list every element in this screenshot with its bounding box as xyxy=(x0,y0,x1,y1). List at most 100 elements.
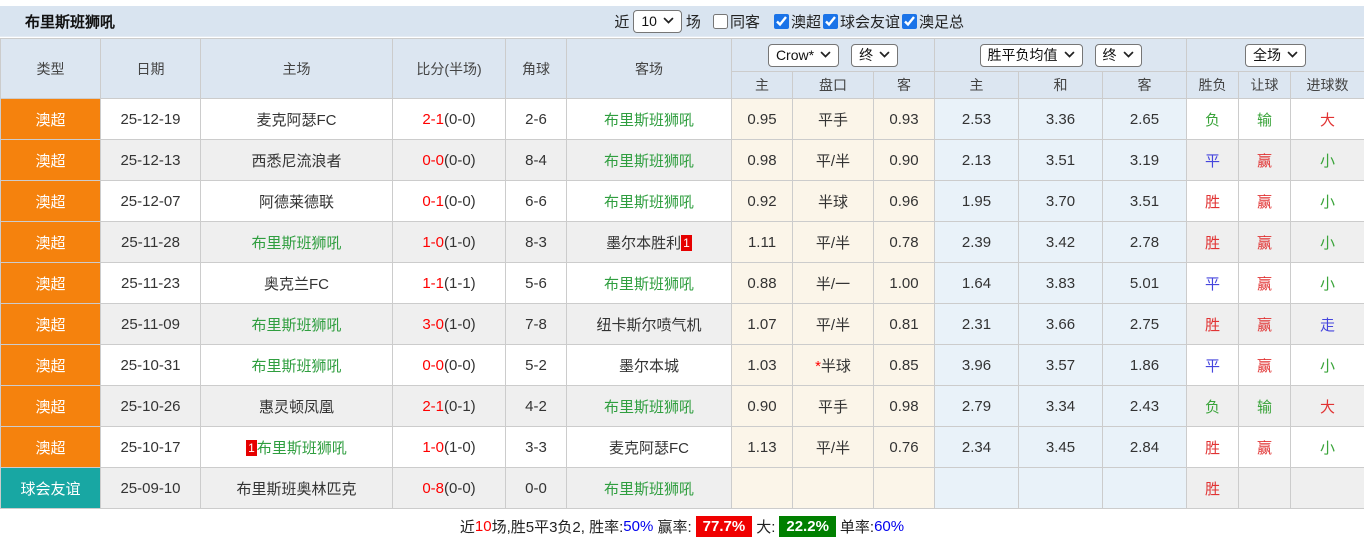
euro-home-odds-cell xyxy=(935,468,1019,509)
home-team-name[interactable]: 阿德莱德联 xyxy=(259,194,334,211)
odds-company-value: Crow* xyxy=(776,46,814,64)
goals-result-cell: 小 xyxy=(1291,427,1364,468)
filter-0[interactable]: 同客 xyxy=(713,11,760,32)
home-team-name[interactable]: 麦克阿瑟FC xyxy=(257,112,337,129)
score-cell: 1-0(1-0) xyxy=(393,222,506,263)
filter-checkbox[interactable] xyxy=(902,14,917,29)
home-team-name[interactable]: 布里斯班狮吼 xyxy=(257,440,347,457)
asian-home-odds-cell: 0.88 xyxy=(732,263,793,304)
result-group-header: 全场 xyxy=(1187,39,1364,72)
corner-cell: 3-3 xyxy=(506,427,567,468)
away-team-name[interactable]: 墨尔本胜利 xyxy=(606,235,681,252)
goals-result-cell: 小 xyxy=(1291,181,1364,222)
match-type-cell: 澳超 xyxy=(1,263,101,304)
asian-home-odds-cell: 1.11 xyxy=(732,222,793,263)
euro-home-odds-cell: 1.95 xyxy=(935,181,1019,222)
recent-label: 近 xyxy=(614,11,629,32)
away-team-cell[interactable]: 墨尔本城 xyxy=(567,345,732,386)
euro-away-odds-cell: 1.86 xyxy=(1103,345,1187,386)
home-team-name[interactable]: 布里斯班狮吼 xyxy=(251,358,341,375)
home-team-name[interactable]: 布里斯班狮吼 xyxy=(251,317,341,334)
sub-header-asian-home: 主 xyxy=(732,72,793,99)
asian-odds-time-select[interactable]: 终 xyxy=(851,44,898,67)
chevron-down-icon xyxy=(1287,51,1298,58)
euro-away-odds-cell: 3.51 xyxy=(1103,181,1187,222)
home-team-name[interactable]: 惠灵顿凤凰 xyxy=(259,399,334,416)
filter-checkbox[interactable] xyxy=(774,14,789,29)
home-team-cell[interactable]: 奥克兰FC xyxy=(201,263,393,304)
away-team-cell[interactable]: 麦克阿瑟FC xyxy=(567,427,732,468)
asian-away-odds-cell: 0.96 xyxy=(874,181,935,222)
europe-odds-type-select[interactable]: 胜平负均值 xyxy=(980,44,1083,67)
match-scope-select[interactable]: 全场 xyxy=(1245,44,1306,67)
sub-header-goal-count: 进球数 xyxy=(1291,72,1364,99)
away-team-name[interactable]: 麦克阿瑟FC xyxy=(609,440,689,457)
filter-checkbox[interactable] xyxy=(713,14,728,29)
match-type-cell: 澳超 xyxy=(1,181,101,222)
home-team-cell[interactable]: 布里斯班狮吼 xyxy=(201,304,393,345)
euro-away-odds-cell: 5.01 xyxy=(1103,263,1187,304)
home-team-cell[interactable]: 阿德莱德联 xyxy=(201,181,393,222)
home-team-name[interactable]: 奥克兰FC xyxy=(264,276,329,293)
table-row: 澳超 25-10-26 惠灵顿凤凰 2-1(0-1) 4-2 布里斯班狮吼 0.… xyxy=(1,386,1364,427)
goals-result-cell: 小 xyxy=(1291,263,1364,304)
home-team-cell[interactable]: 西悉尼流浪者 xyxy=(201,140,393,181)
outcome-cell: 负 xyxy=(1187,386,1239,427)
summary-segment: 单率: xyxy=(840,516,874,537)
halftime-score: (1-0) xyxy=(444,316,476,333)
match-type-cell: 澳超 xyxy=(1,345,101,386)
corner-cell: 7-8 xyxy=(506,304,567,345)
away-team-cell[interactable]: 布里斯班狮吼 xyxy=(567,140,732,181)
home-team-name[interactable]: 西悉尼流浪者 xyxy=(251,153,341,170)
home-team-cell[interactable]: 布里斯班狮吼 xyxy=(201,222,393,263)
corner-cell: 4-2 xyxy=(506,386,567,427)
chevron-down-icon xyxy=(663,17,674,24)
home-team-cell[interactable]: 麦克阿瑟FC xyxy=(201,99,393,140)
home-team-name[interactable]: 布里斯班狮吼 xyxy=(251,235,341,252)
red-card-badge: 1 xyxy=(246,440,257,456)
corner-cell: 6-6 xyxy=(506,181,567,222)
handicap-value: 半/一 xyxy=(816,276,850,293)
away-team-name[interactable]: 纽卡斯尔喷气机 xyxy=(596,317,701,334)
away-team-cell[interactable]: 布里斯班狮吼 xyxy=(567,99,732,140)
recent-count-select[interactable]: 10 xyxy=(633,10,682,33)
home-team-cell[interactable]: 布里斯班奥林匹克 xyxy=(201,468,393,509)
summary-segment: 近 xyxy=(460,516,475,537)
europe-odds-time-select[interactable]: 终 xyxy=(1095,44,1142,67)
match-date-cell: 25-10-17 xyxy=(101,427,201,468)
odds-company-select[interactable]: Crow* xyxy=(768,44,839,67)
away-team-cell[interactable]: 布里斯班狮吼 xyxy=(567,263,732,304)
handicap-result-cell: 赢 xyxy=(1239,140,1291,181)
away-team-name[interactable]: 布里斯班狮吼 xyxy=(604,112,694,129)
home-team-cell[interactable]: 1布里斯班狮吼 xyxy=(201,427,393,468)
away-team-name[interactable]: 布里斯班狮吼 xyxy=(604,194,694,211)
filter-1[interactable]: 澳超 xyxy=(774,11,821,32)
filter-checkbox[interactable] xyxy=(823,14,838,29)
away-team-name[interactable]: 布里斯班狮吼 xyxy=(604,153,694,170)
euro-home-odds-cell: 2.53 xyxy=(935,99,1019,140)
filter-3[interactable]: 澳足总 xyxy=(902,11,964,32)
away-team-cell[interactable]: 布里斯班狮吼 xyxy=(567,468,732,509)
summary-segment: 场,胜5平3负2, 胜率: xyxy=(492,516,624,537)
away-team-name[interactable]: 墨尔本城 xyxy=(619,358,679,375)
away-team-name[interactable]: 布里斯班狮吼 xyxy=(604,481,694,498)
score-cell: 0-0(0-0) xyxy=(393,345,506,386)
goals-result-cell: 走 xyxy=(1291,304,1364,345)
away-team-name[interactable]: 布里斯班狮吼 xyxy=(604,399,694,416)
outcome-cell: 胜 xyxy=(1187,468,1239,509)
euro-draw-odds-cell xyxy=(1019,468,1103,509)
summary-segment: 50% xyxy=(623,518,653,535)
filter-label: 球会友谊 xyxy=(840,11,900,32)
away-team-cell[interactable]: 布里斯班狮吼 xyxy=(567,386,732,427)
table-row: 澳超 25-12-13 西悉尼流浪者 0-0(0-0) 8-4 布里斯班狮吼 0… xyxy=(1,140,1364,181)
filter-2[interactable]: 球会友谊 xyxy=(823,11,900,32)
table-row: 澳超 25-11-28 布里斯班狮吼 1-0(1-0) 8-3 墨尔本胜利1 1… xyxy=(1,222,1364,263)
halftime-score: (0-0) xyxy=(444,193,476,210)
away-team-cell[interactable]: 纽卡斯尔喷气机 xyxy=(567,304,732,345)
home-team-cell[interactable]: 布里斯班狮吼 xyxy=(201,345,393,386)
away-team-cell[interactable]: 墨尔本胜利1 xyxy=(567,222,732,263)
away-team-name[interactable]: 布里斯班狮吼 xyxy=(604,276,694,293)
away-team-cell[interactable]: 布里斯班狮吼 xyxy=(567,181,732,222)
home-team-name[interactable]: 布里斯班奥林匹克 xyxy=(236,481,356,498)
home-team-cell[interactable]: 惠灵顿凤凰 xyxy=(201,386,393,427)
